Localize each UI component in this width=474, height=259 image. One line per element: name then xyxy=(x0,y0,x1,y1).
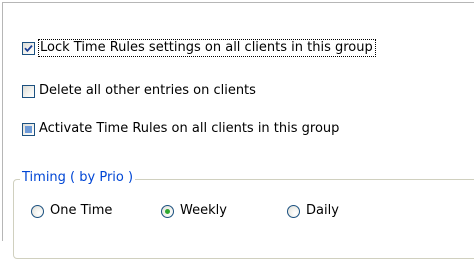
daily-radio[interactable] xyxy=(287,204,300,218)
weekly-label[interactable]: Weekly xyxy=(180,203,227,219)
panel-top-border xyxy=(2,2,474,3)
delete-entries-checkbox[interactable] xyxy=(22,84,35,98)
daily-label[interactable]: Daily xyxy=(306,203,339,219)
lock-settings-checkbox[interactable] xyxy=(22,41,35,55)
panel-left-border xyxy=(2,2,3,241)
one-time-label[interactable]: One Time xyxy=(50,203,112,219)
indeterminate-mark-icon xyxy=(25,125,32,133)
delete-entries-option[interactable]: Delete all other entries on clients xyxy=(22,81,256,101)
radio-selected-dot-icon xyxy=(165,208,170,214)
lock-settings-label[interactable]: Lock Time Rules settings on all clients … xyxy=(38,39,376,57)
activate-rules-option[interactable]: Activate Time Rules on all clients in th… xyxy=(22,119,339,139)
checkmark-icon xyxy=(24,44,33,52)
delete-entries-label[interactable]: Delete all other entries on clients xyxy=(39,83,256,99)
radio-option-daily[interactable]: Daily xyxy=(287,200,339,222)
timing-group-title: Timing ( by Prio ) xyxy=(20,170,136,186)
activate-rules-checkbox[interactable] xyxy=(22,122,35,136)
one-time-radio[interactable] xyxy=(31,204,44,218)
radio-option-weekly[interactable]: Weekly xyxy=(161,200,227,222)
lock-settings-option[interactable]: Lock Time Rules settings on all clients … xyxy=(22,38,376,58)
weekly-radio[interactable] xyxy=(161,204,174,218)
radio-option-one-time[interactable]: One Time xyxy=(31,200,112,222)
activate-rules-label[interactable]: Activate Time Rules on all clients in th… xyxy=(39,121,339,137)
